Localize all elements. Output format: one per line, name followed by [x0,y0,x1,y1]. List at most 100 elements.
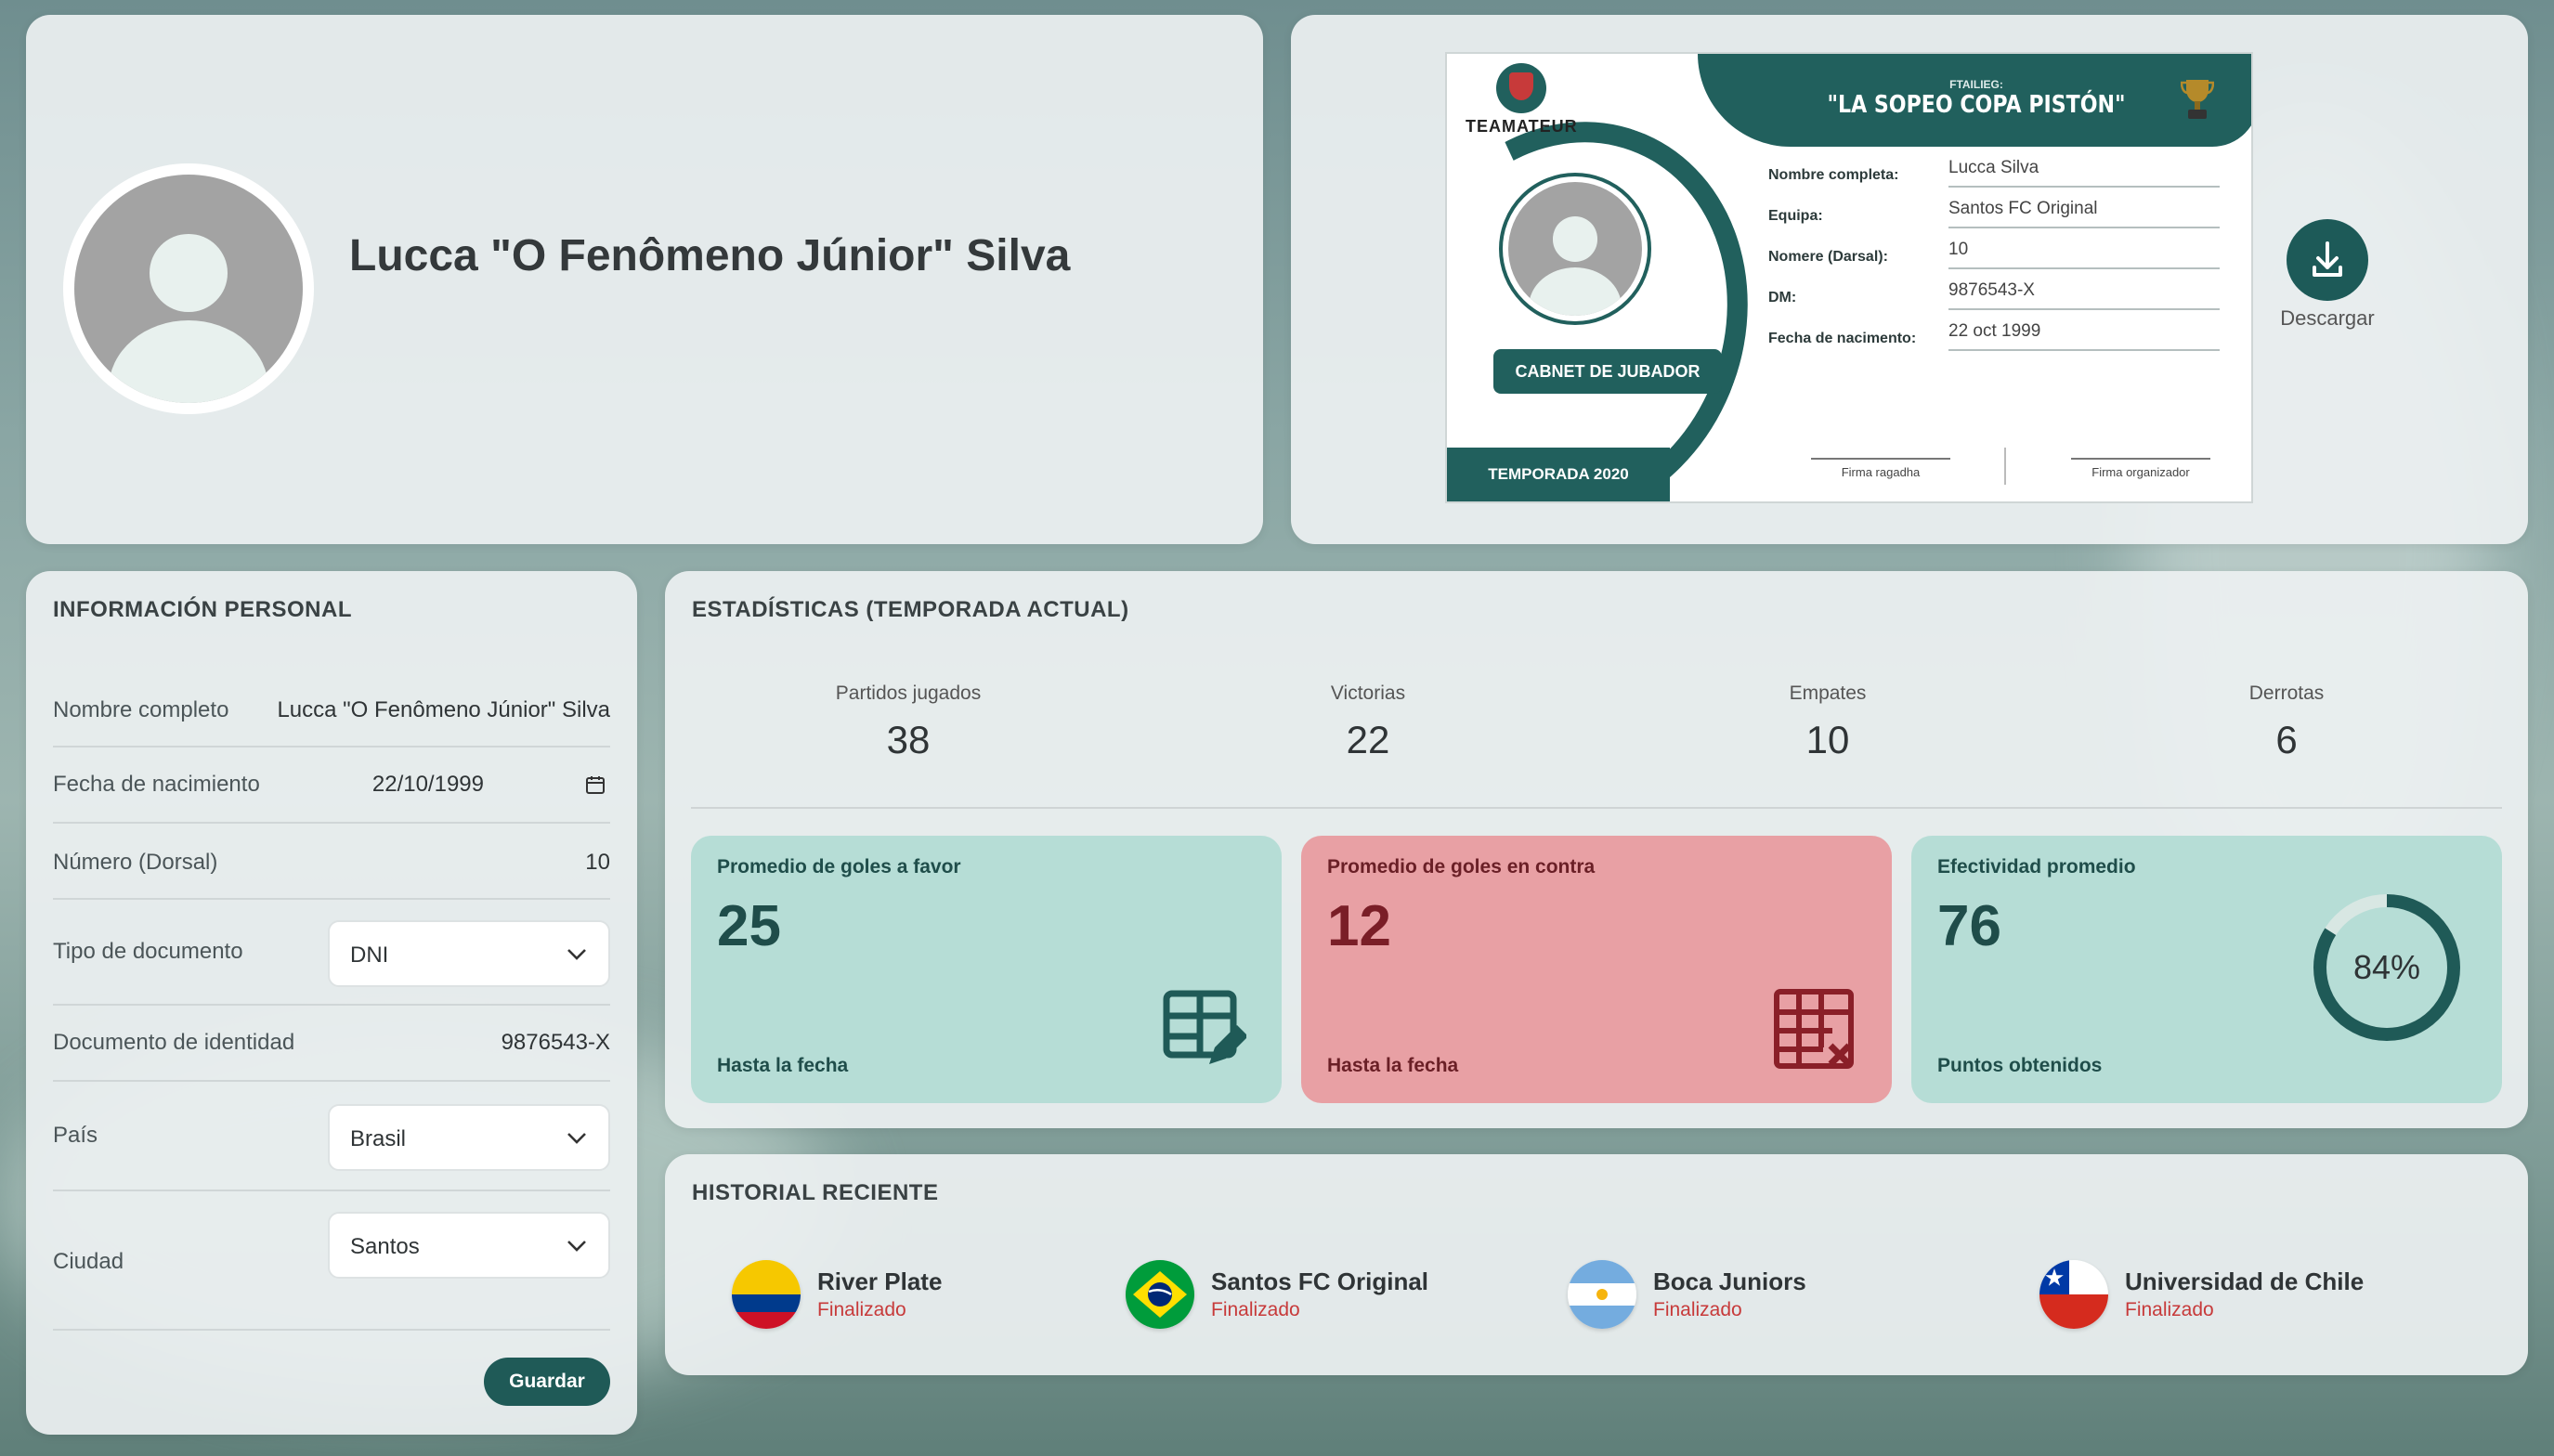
stat-value: 10 [1805,718,1850,761]
tile-value: 12 [1327,894,1391,958]
country-label: País [53,1123,98,1148]
avatar-placeholder-icon [74,175,303,403]
player-name-title: Lucca "O Fenômeno Júnior" Silva [349,231,1071,280]
goals-against-tile: Promedio de goles en contra 12 Hasta la … [1301,836,1892,1103]
tile-value: 76 [1937,894,2001,958]
player-signature-line: Firma ragadha [1811,458,1950,479]
match-status: Finalizado [2125,1299,2214,1320]
document-type-label: Tipo de documento [53,939,243,964]
brazil-flag-icon [1126,1260,1194,1329]
birth-date-row: Fecha de nacimiento 22/10/1999 [53,748,610,824]
field-value: 10 [1948,240,2220,269]
field-value: Santos FC Original [1948,199,2220,228]
match-status: Finalizado [1653,1299,1742,1320]
table-edit-icon [1163,990,1246,1064]
download-button[interactable] [2287,219,2368,301]
license-field-row: DM: 9876543-X [1768,277,2233,318]
full-name-row: Nombre completo Lucca "O Fenômeno Júnior… [53,671,610,748]
stat-draws: Empates 10 [1688,682,1967,762]
full-name-field[interactable]: Lucca "O Fenômeno Júnior" Silva [277,697,610,723]
field-label: Equipa: [1768,208,1823,224]
full-name-label: Nombre completo [53,697,229,722]
avatar-placeholder-icon [1508,182,1642,316]
license-field-row: Fecha de nacimento: 22 oct 1999 [1768,318,2233,358]
logo-mark-icon [1496,63,1546,113]
stat-value: 38 [886,718,931,761]
jersey-number-field[interactable]: 10 [585,850,610,876]
trophy-icon [2181,80,2214,119]
license-field-row: Nomere (Darsal): 10 [1768,236,2233,277]
download-icon [2313,241,2342,277]
recent-history-card: HISTORIAL RECIENTE River Plate Finalizad… [665,1154,2528,1375]
match-status: Finalizado [817,1299,906,1320]
signature-divider [2004,448,2006,485]
colombia-flag-icon [732,1260,801,1329]
document-type-select[interactable]: DNI [328,920,610,987]
opponent-name: Santos FC Original [1211,1268,1429,1295]
license-avatar [1499,173,1651,325]
city-row: Ciudad Santos [53,1191,610,1331]
tile-subtitle: Hasta la fecha [717,1055,849,1076]
tile-title: Promedio de goles a favor [717,856,961,878]
stat-label: Derrotas [2248,682,2325,704]
city-select[interactable]: Santos [328,1212,610,1279]
argentina-flag-icon [1568,1260,1636,1329]
opponent-name: Boca Juniors [1653,1268,1806,1295]
chevron-down-icon [567,1241,586,1252]
stat-label: Victorias [1330,682,1406,704]
stat-label: Empates [1789,682,1867,704]
effectiveness-tile: Efectividad promedio 76 Puntos obtenidos… [1911,836,2502,1103]
save-button[interactable]: Guardar [484,1358,610,1406]
section-title: INFORMACIÓN PERSONAL [53,597,352,622]
match-status: Finalizado [1211,1299,1300,1320]
select-value: Santos [350,1234,420,1259]
statistics-card: ESTADÍSTICAS (TEMPORADA ACTUAL) Partidos… [665,571,2528,1128]
license-badge: CABNET DE JUBADOR [1493,349,1722,394]
chevron-down-icon [567,1133,586,1144]
birth-date-field[interactable]: 22/10/1999 [372,772,484,798]
organizer-signature-line: Firma organizador [2071,458,2210,479]
country-select[interactable]: Brasil [328,1104,610,1171]
field-label: Nombre completa: [1768,167,1899,183]
stat-wins: Victorias 22 [1229,682,1507,762]
stat-value: 22 [1346,718,1390,761]
goals-for-tile: Promedio de goles a favor 25 Hasta la fe… [691,836,1282,1103]
opponent-name: River Plate [817,1268,943,1295]
tile-value: 25 [717,894,781,958]
section-title: ESTADÍSTICAS (TEMPORADA ACTUAL) [692,597,1129,622]
divider [691,807,2502,809]
event-subtitle: FTAILIEG: [1949,78,2003,91]
tile-subtitle: Hasta la fecha [1327,1055,1459,1076]
document-id-row: Documento de identidad 9876543-X [53,1006,610,1082]
personal-info-card: INFORMACIÓN PERSONAL Nombre completo Luc… [26,571,637,1435]
season-label: TEMPORADA 2020 [1447,448,1670,501]
stat-losses: Derrotas 6 [2147,682,2426,762]
field-value: Lucca Silva [1948,158,2220,188]
profile-avatar[interactable] [63,163,314,414]
jersey-number-row: Número (Dorsal) 10 [53,824,610,900]
jersey-number-label: Número (Dorsal) [53,850,218,875]
license-preview-card: TEAMATEUR FTAILIEG: "LA SOPEO COPA PISTÓ… [1291,15,2528,544]
section-title: HISTORIAL RECIENTE [692,1180,939,1205]
effectiveness-percent: 84% [2352,948,2421,986]
chevron-down-icon [567,949,586,960]
field-value: 9876543-X [1948,280,2220,310]
tile-title: Promedio de goles en contra [1327,856,1596,878]
download-label[interactable]: Descargar [2257,306,2398,331]
chile-flag-icon [2039,1260,2108,1329]
tile-subtitle: Puntos obtenidos [1937,1055,2103,1076]
calendar-icon[interactable] [584,774,606,796]
select-value: DNI [350,942,389,968]
field-label: Nomere (Darsal): [1768,249,1888,265]
select-value: Brasil [350,1126,407,1151]
document-id-label: Documento de identidad [53,1030,295,1055]
profile-header-card: Lucca "O Fenômeno Júnior" Silva [26,15,1263,544]
document-type-row: Tipo de documento DNI [53,900,610,1006]
document-id-field[interactable]: 9876543-X [502,1030,610,1056]
stat-matches-played: Partidos jugados 38 [769,682,1048,762]
event-title: "LA SOPEO COPA PISTÓN" [1827,91,2126,119]
license-field-row: Equipa: Santos FC Original [1768,195,2233,236]
teamateur-logo: TEAMATEUR [1466,63,1577,136]
player-license: TEAMATEUR FTAILIEG: "LA SOPEO COPA PISTÓ… [1445,52,2253,503]
country-row: País Brasil [53,1082,610,1191]
